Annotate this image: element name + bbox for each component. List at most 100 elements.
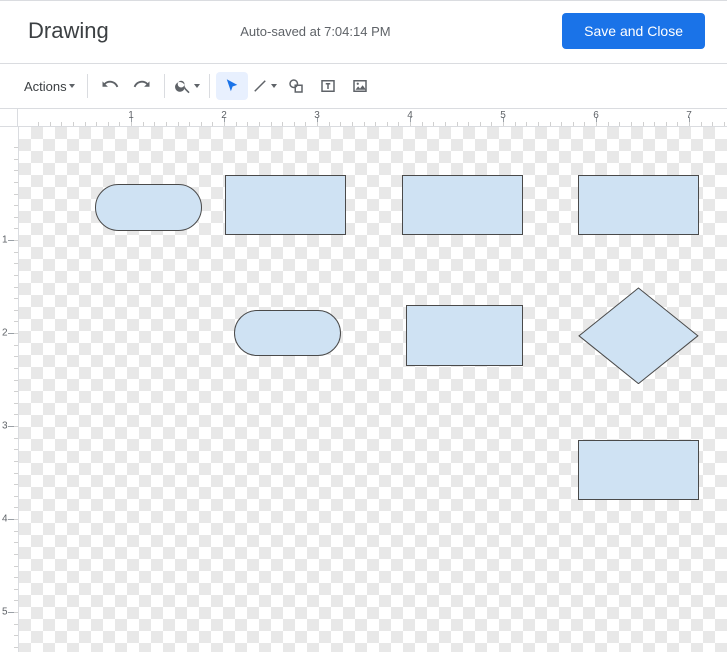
ruler-minor-tick — [294, 122, 295, 126]
ruler-minor-tick — [352, 122, 353, 126]
save-and-close-button[interactable]: Save and Close — [562, 13, 705, 49]
ruler-minor-tick — [189, 122, 190, 126]
ruler-minor-tick — [468, 122, 469, 126]
ruler-minor-tick — [96, 122, 97, 126]
ruler-minor-tick — [38, 122, 39, 126]
ruler-minor-tick — [201, 122, 202, 126]
ruler-minor-tick — [480, 122, 481, 126]
line-icon — [251, 77, 269, 95]
ruler-minor-tick — [538, 122, 539, 126]
cursor-icon — [223, 77, 241, 95]
textbox-tool-button[interactable] — [312, 72, 344, 100]
ruler-minor-tick — [457, 122, 458, 126]
ruler-minor-tick — [14, 287, 18, 288]
zoom-button[interactable] — [171, 72, 203, 100]
ruler-minor-tick — [14, 194, 18, 195]
workspace: 1234567 12345 — [0, 109, 727, 652]
shape-rect[interactable] — [225, 175, 346, 235]
ruler-minor-tick — [14, 275, 18, 276]
caret-down-icon — [194, 84, 200, 88]
ruler-minor-tick — [14, 333, 18, 334]
ruler-minor-tick — [14, 449, 18, 450]
ruler-minor-tick — [154, 122, 155, 126]
ruler-minor-tick — [108, 122, 109, 126]
undo-button[interactable] — [94, 72, 126, 100]
ruler-minor-tick — [410, 122, 411, 126]
ruler-minor-tick — [14, 345, 18, 346]
ruler-minor-tick — [14, 507, 18, 508]
ruler-minor-tick — [329, 122, 330, 126]
ruler-minor-tick — [14, 380, 18, 381]
ruler-minor-tick — [422, 122, 423, 126]
ruler-minor-tick — [247, 122, 248, 126]
ruler-minor-tick — [73, 122, 74, 126]
caret-down-icon — [69, 84, 75, 88]
shape-round-rect[interactable] — [234, 310, 341, 357]
ruler-minor-tick — [14, 566, 18, 567]
ruler-minor-tick — [14, 519, 18, 520]
shape-rect[interactable] — [402, 175, 523, 235]
ruler-minor-tick — [317, 122, 318, 126]
vertical-ruler[interactable]: 12345 — [0, 127, 19, 652]
ruler-minor-tick — [178, 122, 179, 126]
ruler-minor-tick — [14, 414, 18, 415]
shape-round-rect[interactable] — [95, 184, 202, 231]
ruler-minor-tick — [643, 122, 644, 126]
ruler-minor-tick — [14, 310, 18, 311]
horizontal-ruler[interactable]: 1234567 — [18, 109, 727, 127]
ruler-minor-tick — [259, 122, 260, 126]
shape-tool-button[interactable] — [280, 72, 312, 100]
ruler-minor-tick — [14, 484, 18, 485]
image-tool-button[interactable] — [344, 72, 376, 100]
ruler-minor-tick — [14, 147, 18, 148]
line-tool-button[interactable] — [248, 72, 280, 100]
ruler-minor-tick — [119, 122, 120, 126]
ruler-minor-tick — [14, 542, 18, 543]
shape-rect[interactable] — [578, 440, 699, 500]
ruler-minor-tick — [14, 438, 18, 439]
ruler-minor-tick — [689, 122, 690, 126]
ruler-minor-tick — [14, 624, 18, 625]
diamond-icon — [578, 287, 699, 385]
actions-menu-button[interactable]: Actions — [18, 72, 81, 100]
ruler-minor-tick — [573, 122, 574, 126]
ruler-minor-tick — [14, 403, 18, 404]
ruler-minor-tick — [14, 263, 18, 264]
ruler-minor-tick — [61, 122, 62, 126]
ruler-minor-tick — [14, 589, 18, 590]
dialog-header: Drawing Auto-saved at 7:04:14 PM Save an… — [0, 1, 727, 64]
ruler-minor-tick — [14, 170, 18, 171]
ruler-minor-tick — [224, 122, 225, 126]
ruler-minor-tick — [14, 298, 18, 299]
ruler-minor-tick — [14, 321, 18, 322]
autosave-status: Auto-saved at 7:04:14 PM — [69, 24, 562, 39]
ruler-minor-tick — [364, 122, 365, 126]
ruler-minor-tick — [14, 635, 18, 636]
undo-icon — [101, 77, 119, 95]
select-tool-button[interactable] — [216, 72, 248, 100]
shape-diamond[interactable] — [578, 287, 699, 385]
actions-label: Actions — [24, 79, 67, 94]
ruler-minor-tick — [561, 122, 562, 126]
ruler-minor-tick — [515, 122, 516, 126]
ruler-minor-tick — [305, 122, 306, 126]
ruler-minor-tick — [14, 426, 18, 427]
ruler-minor-tick — [677, 122, 678, 126]
ruler-minor-tick — [584, 122, 585, 126]
shape-rect[interactable] — [406, 305, 522, 365]
ruler-minor-tick — [14, 473, 18, 474]
ruler-minor-tick — [14, 577, 18, 578]
ruler-minor-tick — [271, 122, 272, 126]
caret-down-icon — [271, 84, 277, 88]
redo-button[interactable] — [126, 72, 158, 100]
ruler-minor-tick — [550, 122, 551, 126]
drawing-canvas[interactable] — [19, 127, 727, 652]
ruler-minor-tick — [14, 252, 18, 253]
ruler-minor-tick — [398, 122, 399, 126]
shape-rect[interactable] — [578, 175, 699, 235]
ruler-minor-tick — [14, 612, 18, 613]
ruler-minor-tick — [14, 554, 18, 555]
ruler-minor-tick — [14, 647, 18, 648]
zoom-icon — [174, 77, 192, 95]
ruler-minor-tick — [143, 122, 144, 126]
